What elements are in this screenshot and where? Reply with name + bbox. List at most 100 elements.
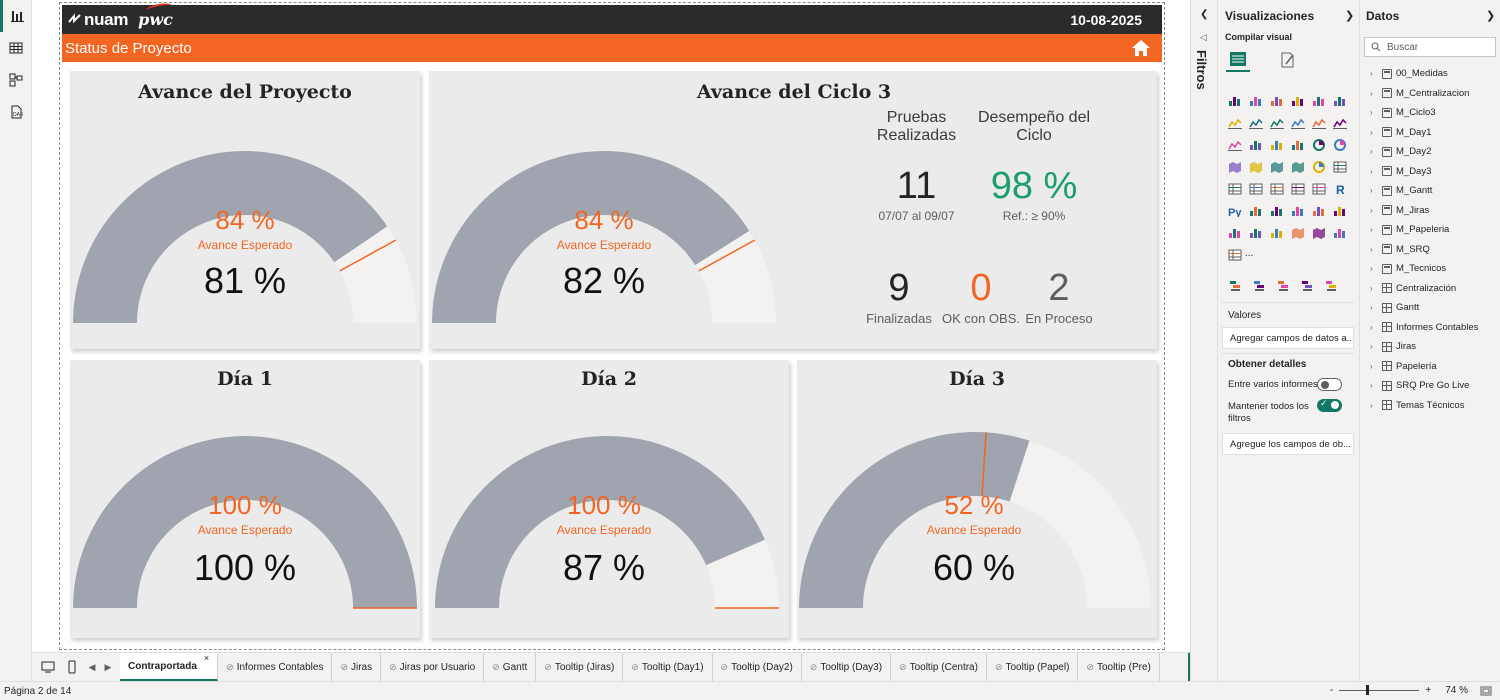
visual-type-button[interactable] <box>1266 112 1287 134</box>
visual-type-button[interactable] <box>1287 90 1308 112</box>
visual-type-button[interactable] <box>1308 112 1329 134</box>
expand-chevron-icon[interactable]: › <box>1370 69 1378 78</box>
filters-pane-collapsed[interactable]: ❮ ◁ Filtros <box>1190 0 1218 681</box>
data-table-item[interactable]: › M_Papeleria <box>1370 220 1498 240</box>
page-tab[interactable]: ⊘ Informes Contables <box>218 653 333 681</box>
expand-filters-icon[interactable]: ❮ <box>1200 9 1208 20</box>
visual-type-button[interactable] <box>1245 200 1266 222</box>
data-table-item[interactable]: › M_Jiras <box>1370 201 1498 221</box>
visual-type-button[interactable] <box>1224 178 1245 200</box>
data-table-item[interactable]: › Informes Contables <box>1370 318 1498 338</box>
data-table-item[interactable]: › 00_Medidas <box>1370 64 1498 84</box>
visual-type-button[interactable] <box>1272 276 1296 296</box>
data-table-item[interactable]: › M_Ciclo3 <box>1370 103 1498 123</box>
visual-type-button[interactable] <box>1308 222 1329 244</box>
visual-type-button[interactable]: Py <box>1224 200 1245 222</box>
expand-chevron-icon[interactable]: › <box>1370 264 1378 273</box>
model-view-icon[interactable] <box>0 64 32 96</box>
card-avance-ciclo3[interactable]: Avance del Ciclo 3 84 % Avance Esperado … <box>429 71 1157 349</box>
data-table-item[interactable]: › M_Centralizacion <box>1370 84 1498 104</box>
expand-chevron-icon[interactable]: › <box>1370 303 1378 312</box>
visual-type-button[interactable] <box>1266 90 1287 112</box>
format-visual-tab[interactable] <box>1276 48 1300 72</box>
data-table-item[interactable]: › M_Gantt <box>1370 181 1498 201</box>
data-table-item[interactable]: › Gantt <box>1370 298 1498 318</box>
visual-type-button[interactable] <box>1224 276 1248 296</box>
visual-type-button[interactable] <box>1245 156 1266 178</box>
expand-chevron-icon[interactable]: › <box>1370 381 1378 390</box>
visual-type-button[interactable] <box>1266 178 1287 200</box>
visual-type-button[interactable] <box>1287 134 1308 156</box>
visual-type-button[interactable]: R <box>1329 178 1350 200</box>
expand-chevron-icon[interactable]: › <box>1370 186 1378 195</box>
mobile-layout-button[interactable] <box>60 653 84 681</box>
home-button[interactable] <box>1130 38 1152 58</box>
data-table-item[interactable]: › M_SRQ <box>1370 240 1498 260</box>
visual-type-button[interactable] <box>1329 90 1350 112</box>
page-tab[interactable]: ⊘ Jiras <box>332 653 382 681</box>
visual-type-button[interactable] <box>1308 90 1329 112</box>
visual-type-button[interactable] <box>1329 222 1350 244</box>
visual-type-button[interactable] <box>1224 156 1245 178</box>
table-view-icon[interactable] <box>0 32 32 64</box>
visual-type-button[interactable] <box>1329 156 1350 178</box>
page-tab[interactable]: ⊘ Tooltip (Day3) <box>802 653 892 681</box>
visual-type-button[interactable] <box>1296 276 1320 296</box>
fit-to-page-icon[interactable] <box>1480 686 1492 696</box>
zoom-out-button[interactable]: - <box>1330 685 1333 696</box>
data-table-item[interactable]: › M_Day1 <box>1370 123 1498 143</box>
visual-type-button[interactable] <box>1320 276 1344 296</box>
visual-type-button[interactable] <box>1329 134 1350 156</box>
previous-page-button[interactable]: ◀ <box>84 653 100 681</box>
visual-type-button[interactable] <box>1308 178 1329 200</box>
visual-type-button[interactable] <box>1287 156 1308 178</box>
zoom-in-button[interactable]: + <box>1425 685 1431 696</box>
visual-type-button[interactable] <box>1245 222 1266 244</box>
values-field-well[interactable]: Agregar campos de datos a... <box>1222 327 1354 349</box>
page-tab[interactable]: Contraportada × <box>120 653 219 681</box>
expand-chevron-icon[interactable]: › <box>1370 362 1378 371</box>
visual-type-button[interactable] <box>1245 112 1266 134</box>
visual-type-button[interactable] <box>1266 134 1287 156</box>
visual-type-button[interactable] <box>1266 156 1287 178</box>
next-page-button[interactable]: ▶ <box>100 653 116 681</box>
expand-chevron-icon[interactable]: › <box>1370 225 1378 234</box>
data-search-input[interactable]: Buscar <box>1364 37 1496 57</box>
visual-type-button[interactable] <box>1308 156 1329 178</box>
visual-type-button[interactable] <box>1245 90 1266 112</box>
data-table-item[interactable]: › Centralización <box>1370 279 1498 299</box>
data-table-item[interactable]: › M_Tecnicos <box>1370 259 1498 279</box>
visual-type-button[interactable] <box>1248 276 1272 296</box>
expand-chevron-icon[interactable]: › <box>1370 147 1378 156</box>
card-dia1[interactable]: Día 1 100 % Avance Esperado 100 % <box>70 360 420 638</box>
page-tab[interactable]: ⊘ Gantt <box>484 653 537 681</box>
page-tab[interactable]: ⊘ Tooltip (Jiras) <box>536 653 624 681</box>
collapse-data-icon[interactable]: ❯ <box>1486 9 1495 22</box>
report-view-icon[interactable] <box>0 0 32 32</box>
card-avance-proyecto[interactable]: Avance del Proyecto 84 % Avance Esperado… <box>70 71 420 349</box>
data-table-item[interactable]: › SRQ Pre Go Live <box>1370 376 1498 396</box>
visual-type-button[interactable] <box>1245 134 1266 156</box>
expand-chevron-icon[interactable]: › <box>1370 342 1378 351</box>
collapse-visualizations-icon[interactable]: ❯ <box>1345 9 1354 22</box>
visual-type-button[interactable] <box>1266 222 1287 244</box>
visual-type-button[interactable] <box>1287 222 1308 244</box>
expand-chevron-icon[interactable]: › <box>1370 108 1378 117</box>
visual-type-button[interactable] <box>1224 222 1245 244</box>
card-dia3[interactable]: Día 3 52 % Avance Esperado 60 % <box>797 360 1157 638</box>
zoom-slider-thumb[interactable] <box>1366 685 1370 695</box>
data-table-item[interactable]: › M_Day2 <box>1370 142 1498 162</box>
more-visuals-button[interactable]: ... <box>1245 248 1253 259</box>
close-tab-icon[interactable]: × <box>204 653 209 663</box>
data-table-item[interactable]: › Jiras <box>1370 337 1498 357</box>
keep-filters-toggle[interactable]: ✓ <box>1317 398 1342 412</box>
cross-report-toggle[interactable] <box>1317 378 1342 391</box>
visual-type-button[interactable] <box>1266 200 1287 222</box>
visual-type-button[interactable] <box>1329 200 1350 222</box>
visual-type-button[interactable] <box>1287 178 1308 200</box>
expand-chevron-icon[interactable]: › <box>1370 89 1378 98</box>
visual-type-button[interactable] <box>1308 134 1329 156</box>
visual-type-button[interactable] <box>1329 112 1350 134</box>
visual-type-button[interactable] <box>1308 200 1329 222</box>
page-tab[interactable]: ⊘ Jiras por Usuario <box>381 653 485 681</box>
